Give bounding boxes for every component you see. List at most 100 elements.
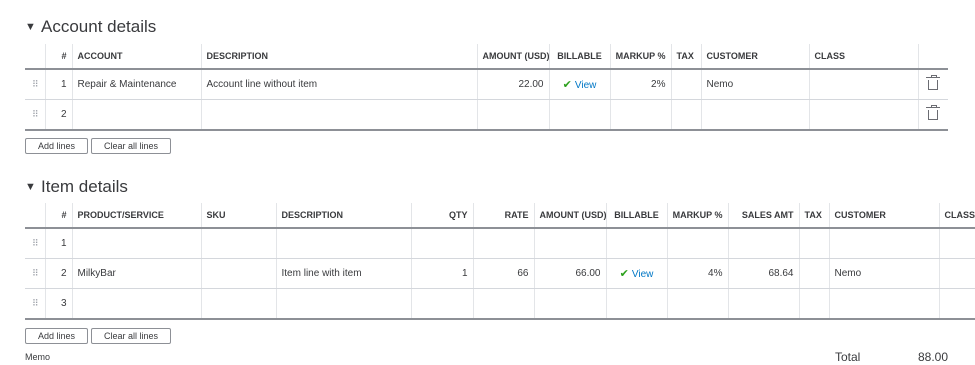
sku-cell[interactable] xyxy=(200,258,276,289)
col-rate: RATE xyxy=(472,203,534,229)
rate-cell[interactable]: 66 xyxy=(472,258,534,289)
trash-icon xyxy=(926,104,941,120)
description-cell[interactable] xyxy=(275,288,411,320)
memo-label: Memo xyxy=(25,352,51,362)
description-cell[interactable]: Item line with item xyxy=(275,258,411,289)
item-details-toggle[interactable]: ▼ Item details xyxy=(25,177,128,197)
account-cell[interactable]: Repair & Maintenance xyxy=(71,69,201,100)
table-row[interactable]: ⠿ 1 xyxy=(25,228,975,259)
amount-cell[interactable] xyxy=(476,99,549,131)
delete-row-button[interactable] xyxy=(917,69,948,100)
product-cell[interactable] xyxy=(71,228,201,259)
description-cell[interactable]: Account line without item xyxy=(200,69,477,100)
class-cell[interactable] xyxy=(808,99,918,131)
billable-cell[interactable] xyxy=(605,288,667,320)
col-sales-amt: SALES AMT xyxy=(727,203,799,229)
col-description: DESCRIPTION xyxy=(275,203,411,229)
qty-cell[interactable] xyxy=(410,228,473,259)
col-billable: BILLABLE xyxy=(548,44,610,70)
sales-amt-cell[interactable] xyxy=(727,288,799,320)
customer-cell[interactable] xyxy=(828,228,939,259)
customer-cell[interactable]: Nemo xyxy=(828,258,939,289)
col-amount: AMOUNT (USD) xyxy=(533,203,606,229)
drag-handle-icon[interactable]: ⠿ xyxy=(25,228,45,259)
add-lines-button[interactable]: Add lines xyxy=(25,328,89,344)
markup-cell[interactable]: 4% xyxy=(666,258,728,289)
trash-icon xyxy=(926,74,941,90)
customer-cell[interactable] xyxy=(828,288,939,320)
item-details-title: Item details xyxy=(41,177,128,196)
delete-row-button[interactable] xyxy=(917,99,948,131)
col-account: ACCOUNT xyxy=(71,44,201,70)
tax-cell[interactable] xyxy=(798,288,829,320)
billable-cell[interactable]: ✔ View xyxy=(605,258,667,289)
col-handle xyxy=(25,44,45,70)
amount-cell[interactable] xyxy=(533,228,606,259)
item-details-table: # PRODUCT/SERVICE SKU DESCRIPTION QTY RA… xyxy=(25,203,975,320)
class-cell[interactable] xyxy=(808,69,918,100)
drag-handle-icon[interactable]: ⠿ xyxy=(25,288,45,320)
col-actions xyxy=(917,44,948,70)
col-handle xyxy=(25,203,45,229)
class-cell[interactable] xyxy=(938,288,975,320)
table-row[interactable]: ⠿ 1 Repair & Maintenance Account line wi… xyxy=(25,69,948,100)
product-cell[interactable]: MilkyBar xyxy=(71,258,201,289)
sku-cell[interactable] xyxy=(200,288,276,320)
col-customer: CUSTOMER xyxy=(828,203,939,229)
drag-handle-icon[interactable]: ⠿ xyxy=(25,99,45,131)
description-cell[interactable] xyxy=(275,228,411,259)
account-details-title: Account details xyxy=(41,17,157,36)
col-sku: SKU xyxy=(200,203,276,229)
col-amount: AMOUNT (USD) xyxy=(476,44,549,70)
customer-cell[interactable] xyxy=(700,99,809,131)
table-row[interactable]: ⠿ 3 xyxy=(25,288,975,320)
row-number: 2 xyxy=(44,99,72,131)
description-cell[interactable] xyxy=(200,99,477,131)
col-markup: MARKUP % xyxy=(666,203,728,229)
col-class: CLASS xyxy=(808,44,918,70)
sales-amt-cell[interactable]: 68.64 xyxy=(727,258,799,289)
drag-handle-icon[interactable]: ⠿ xyxy=(25,258,45,289)
markup-cell[interactable] xyxy=(666,288,728,320)
product-cell[interactable] xyxy=(71,288,201,320)
col-product: PRODUCT/SERVICE xyxy=(71,203,201,229)
class-cell[interactable] xyxy=(938,228,975,259)
account-details-toggle[interactable]: ▼ Account details xyxy=(25,17,156,37)
col-billable: BILLABLE xyxy=(605,203,667,229)
add-lines-button[interactable]: Add lines xyxy=(25,138,89,154)
billable-cell[interactable]: ✔ View xyxy=(548,69,610,100)
billable-cell[interactable] xyxy=(605,228,667,259)
markup-cell[interactable]: 2% xyxy=(609,69,671,100)
class-cell[interactable] xyxy=(938,258,975,289)
amount-cell[interactable] xyxy=(533,288,606,320)
tax-cell[interactable] xyxy=(670,69,701,100)
amount-cell[interactable]: 66.00 xyxy=(533,258,606,289)
tax-cell[interactable] xyxy=(798,228,829,259)
qty-cell[interactable] xyxy=(410,288,473,320)
col-tax: TAX xyxy=(670,44,701,70)
tax-cell[interactable] xyxy=(670,99,701,131)
rate-cell[interactable] xyxy=(472,288,534,320)
rate-cell[interactable] xyxy=(472,228,534,259)
total-label: Total xyxy=(835,350,861,364)
customer-cell[interactable]: Nemo xyxy=(700,69,809,100)
account-cell[interactable] xyxy=(71,99,201,131)
sku-cell[interactable] xyxy=(200,228,276,259)
markup-cell[interactable] xyxy=(666,228,728,259)
row-number: 1 xyxy=(44,69,72,100)
table-row[interactable]: ⠿ 2 xyxy=(25,99,948,131)
markup-cell[interactable] xyxy=(609,99,671,131)
amount-cell[interactable]: 22.00 xyxy=(476,69,549,100)
qty-cell[interactable]: 1 xyxy=(410,258,473,289)
row-number: 3 xyxy=(44,288,72,320)
checkmark-icon: ✔ xyxy=(562,79,572,91)
clear-all-lines-button[interactable]: Clear all lines xyxy=(91,328,172,344)
drag-handle-icon[interactable]: ⠿ xyxy=(25,69,45,100)
billable-view-link[interactable]: View xyxy=(575,80,597,91)
sales-amt-cell[interactable] xyxy=(727,228,799,259)
table-row[interactable]: ⠿ 2 MilkyBar Item line with item 1 66 66… xyxy=(25,258,975,289)
billable-view-link[interactable]: View xyxy=(632,269,654,280)
billable-cell[interactable] xyxy=(548,99,610,131)
clear-all-lines-button[interactable]: Clear all lines xyxy=(91,138,172,154)
tax-cell[interactable] xyxy=(798,258,829,289)
